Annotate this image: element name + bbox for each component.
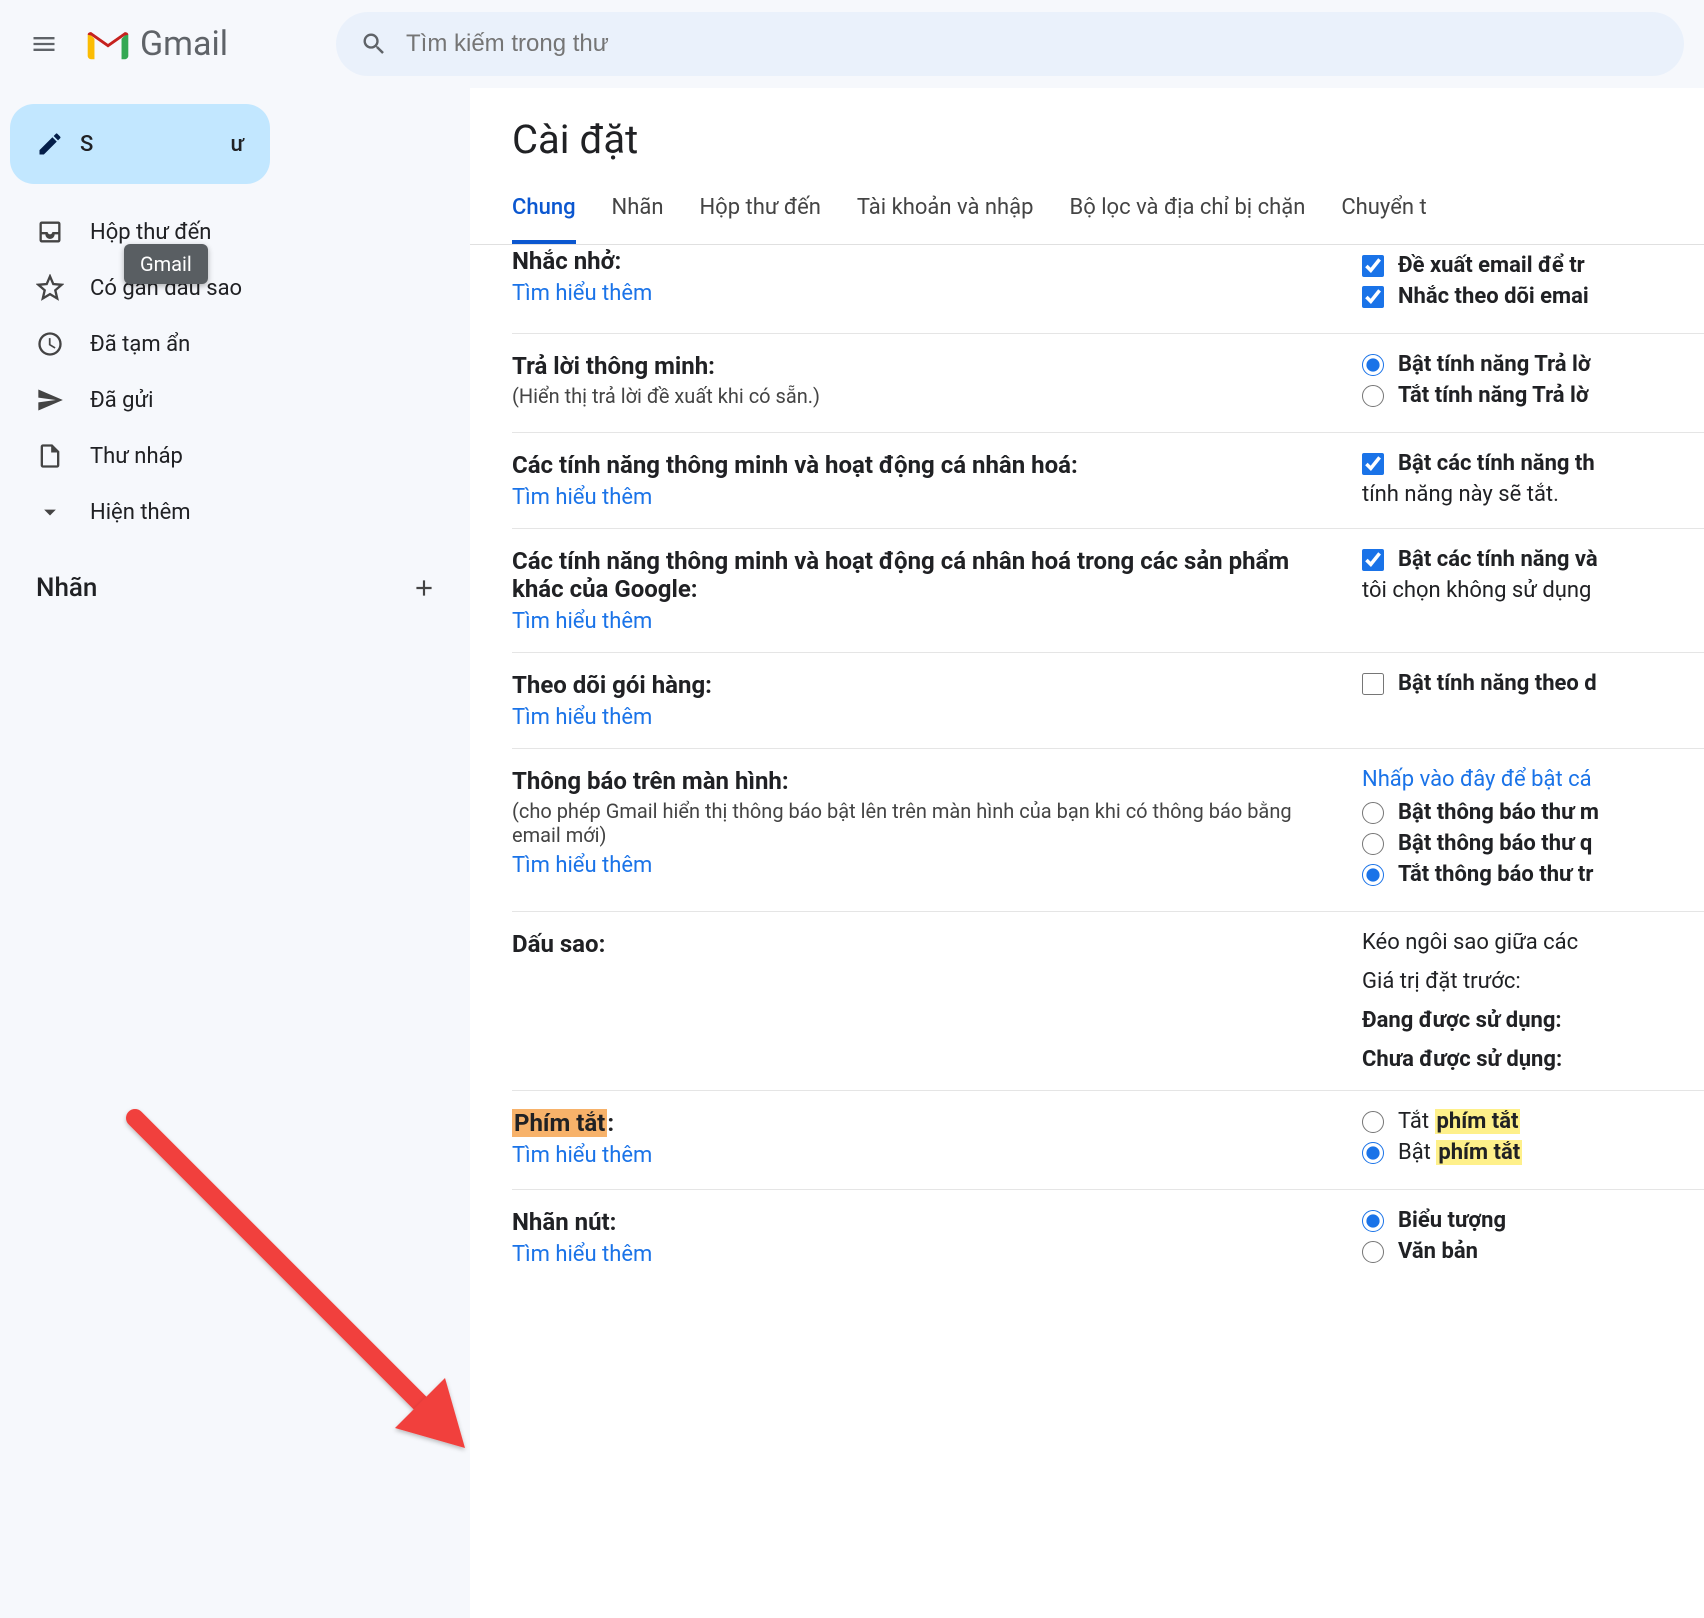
sidebar-item-0[interactable]: Hộp thư đến: [10, 206, 470, 258]
learn-more-link[interactable]: Tìm hiểu thêm: [512, 1143, 652, 1168]
smart-reply-on-label: Bật tính năng Trả lờ: [1398, 352, 1591, 377]
search-box[interactable]: [336, 12, 1684, 76]
send-icon: [36, 386, 64, 414]
sidebar-item-3[interactable]: Đã gửi: [10, 374, 470, 426]
learn-more-link[interactable]: Tìm hiểu thêm: [512, 281, 652, 306]
sidebar-item-label: Thư nháp: [90, 444, 183, 469]
shortcuts-on-radio[interactable]: [1362, 1142, 1384, 1164]
sidebar-item-4[interactable]: Thư nháp: [10, 430, 470, 482]
search-icon: [360, 30, 388, 58]
star-icon: [36, 274, 64, 302]
search-input[interactable]: [406, 30, 1660, 58]
button-labels-icons-label: Biểu tượng: [1398, 1208, 1506, 1233]
sidebar-item-1[interactable]: Có gắn dấu sao: [10, 262, 470, 314]
notif-off-label: Tắt thông báo thư tr: [1398, 862, 1593, 887]
stars-drag-label: Kéo ngôi sao giữa các: [1362, 930, 1704, 955]
add-label-button[interactable]: [404, 568, 444, 608]
smart-reply-on-radio[interactable]: [1362, 354, 1384, 376]
pencil-icon: [36, 130, 64, 158]
package-tracking-title: Theo dõi gói hàng:: [512, 671, 1342, 699]
clock-icon: [36, 330, 64, 358]
smart-features-other-checkbox[interactable]: [1362, 549, 1384, 571]
shortcuts-off-label: Tắt phím tắt: [1398, 1109, 1520, 1134]
gmail-tooltip: Gmail: [124, 244, 208, 284]
menu-icon[interactable]: [20, 20, 68, 68]
sidebar-item-2[interactable]: Đã tạm ẩn: [10, 318, 470, 370]
followup-reminder-label: Nhắc theo dõi emai: [1398, 284, 1589, 309]
learn-more-link[interactable]: Tìm hiểu thêm: [512, 853, 652, 878]
button-labels-text-radio[interactable]: [1362, 1241, 1384, 1263]
enable-notifications-link[interactable]: Nhấp vào đây để bật cá: [1362, 767, 1704, 792]
smart-features-other-title: Các tính năng thông minh và hoạt động cá…: [512, 547, 1342, 603]
sidebar-item-5[interactable]: Hiện thêm: [10, 486, 470, 538]
gmail-logo-icon: [86, 27, 130, 61]
smart-reply-off-label: Tắt tính năng Trả lờ: [1398, 383, 1589, 408]
notif-important-label: Bật thông báo thư q: [1398, 831, 1592, 856]
stars-title: Dấu sao:: [512, 930, 1342, 958]
app-name-label: Gmail: [140, 24, 228, 64]
button-labels-icons-radio[interactable]: [1362, 1210, 1384, 1232]
tab-4[interactable]: Bộ lọc và địa chỉ bị chặn: [1069, 181, 1305, 244]
file-icon: [36, 442, 64, 470]
sidebar-item-label: Hộp thư đến: [90, 220, 211, 245]
stars-notinuse-label: Chưa được sử dụng:: [1362, 1047, 1704, 1072]
shortcuts-off-radio[interactable]: [1362, 1111, 1384, 1133]
followup-reminder-checkbox[interactable]: [1362, 286, 1384, 308]
package-tracking-label: Bật tính năng theo d: [1398, 671, 1597, 696]
smart-reply-title: Trả lời thông minh:: [512, 352, 1342, 380]
plus-icon: [411, 575, 437, 601]
inbox-icon: [36, 218, 64, 246]
settings-title: Cài đặt: [470, 88, 1704, 181]
compose-button[interactable]: S ư: [10, 104, 270, 184]
button-labels-title: Nhãn nút:: [512, 1208, 1342, 1236]
notif-off-radio[interactable]: [1362, 864, 1384, 886]
smart-reply-sub: (Hiển thị trả lời đề xuất khi có sẵn.): [512, 384, 1342, 408]
smart-features-other-desc: tôi chọn không sử dụng: [1362, 578, 1704, 603]
notif-important-radio[interactable]: [1362, 833, 1384, 855]
smart-features-other-label: Bật các tính năng và: [1398, 547, 1598, 572]
reminder-title: Nhắc nhở:: [512, 247, 1342, 275]
tab-0[interactable]: Chung: [512, 181, 576, 244]
compose-label-suffix: ư: [231, 132, 244, 157]
notif-new-radio[interactable]: [1362, 802, 1384, 824]
tab-5[interactable]: Chuyển t: [1341, 181, 1426, 244]
desktop-notif-sub: (cho phép Gmail hiển thị thông báo bật l…: [512, 799, 1342, 847]
tab-3[interactable]: Tài khoản và nhập: [857, 181, 1034, 244]
desktop-notif-title: Thông báo trên màn hình:: [512, 767, 1342, 795]
sidebar-item-label: Đã gửi: [90, 388, 154, 413]
learn-more-link[interactable]: Tìm hiểu thêm: [512, 609, 652, 634]
notif-new-label: Bật thông báo thư m: [1398, 800, 1599, 825]
shortcuts-on-label: Bật phím tắt: [1398, 1140, 1522, 1165]
annotation-arrow: [115, 1098, 515, 1502]
learn-more-link[interactable]: Tìm hiểu thêm: [512, 1242, 652, 1267]
tab-2[interactable]: Hộp thư đến: [699, 181, 820, 244]
compose-label-prefix: S: [80, 132, 93, 157]
sidebar-item-label: Hiện thêm: [90, 500, 191, 525]
sidebar-item-label: Đã tạm ẩn: [90, 332, 190, 357]
labels-heading: Nhãn: [36, 573, 97, 603]
gmail-logo[interactable]: Gmail: [86, 24, 228, 64]
button-labels-text-label: Văn bản: [1398, 1239, 1478, 1264]
stars-inuse-label: Đang được sử dụng:: [1362, 1008, 1704, 1033]
smart-features-label: Bật các tính năng th: [1398, 451, 1595, 476]
tab-1[interactable]: Nhãn: [612, 181, 664, 244]
smart-features-title: Các tính năng thông minh và hoạt động cá…: [512, 451, 1342, 479]
smart-features-checkbox[interactable]: [1362, 453, 1384, 475]
suggest-emails-label: Đề xuất email để tr: [1398, 253, 1585, 278]
learn-more-link[interactable]: Tìm hiểu thêm: [512, 705, 652, 730]
smart-features-desc: tính năng này sẽ tắt.: [1362, 482, 1704, 507]
stars-preset-label: Giá trị đặt trước:: [1362, 969, 1704, 994]
suggest-emails-checkbox[interactable]: [1362, 255, 1384, 277]
chevron-down-icon: [36, 498, 64, 526]
shortcuts-title: Phím tắt:: [512, 1109, 1342, 1137]
smart-reply-off-radio[interactable]: [1362, 385, 1384, 407]
learn-more-link[interactable]: Tìm hiểu thêm: [512, 485, 652, 510]
package-tracking-checkbox[interactable]: [1362, 673, 1384, 695]
